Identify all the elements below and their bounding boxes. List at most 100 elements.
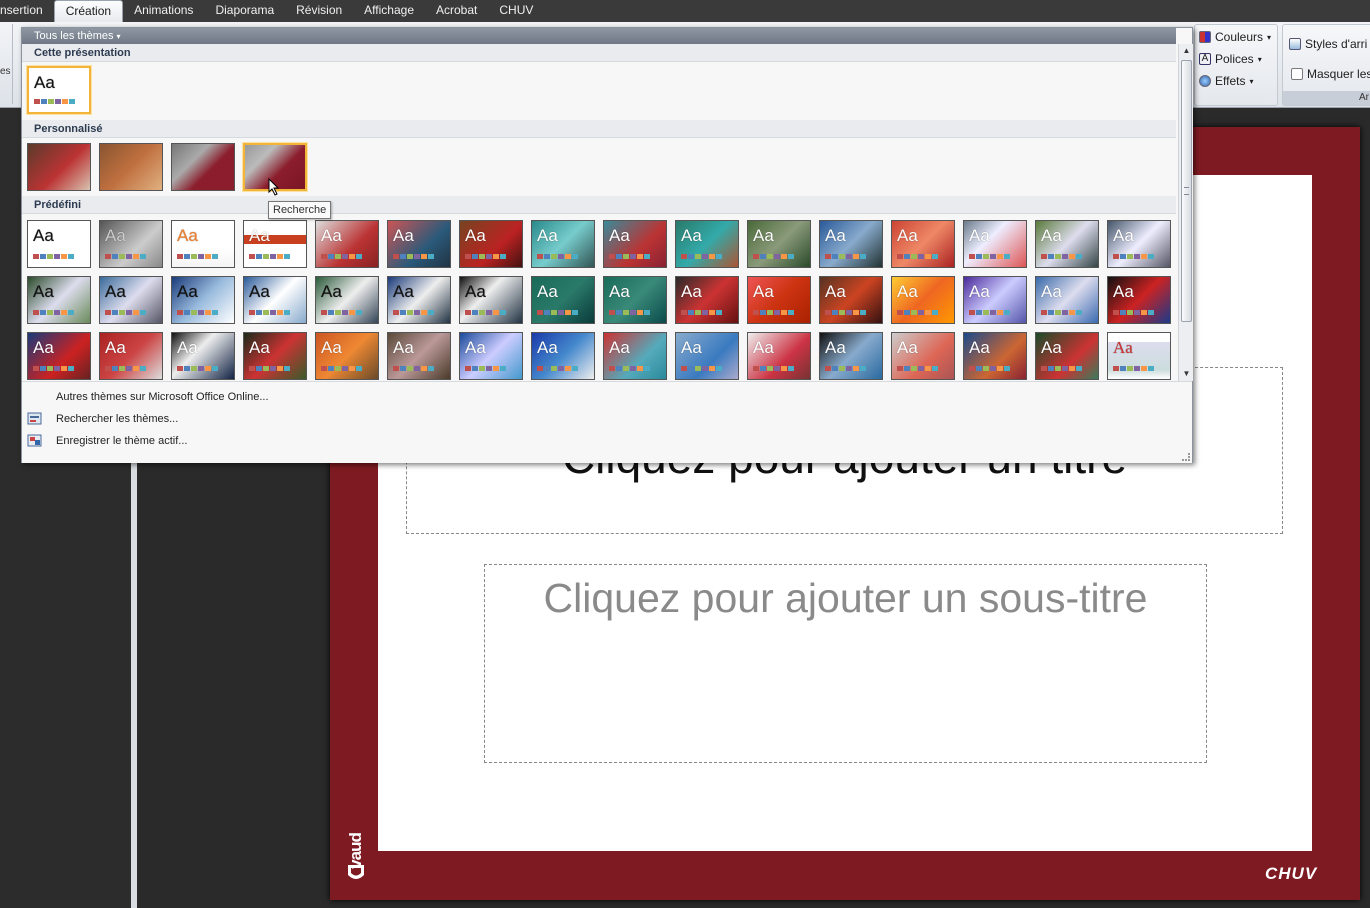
theme-thumbnail[interactable]: Aa: [963, 220, 1027, 268]
theme-thumbnail[interactable]: Aa: [27, 220, 91, 268]
scroll-up-icon[interactable]: ▲: [1179, 44, 1194, 58]
theme-thumbnail[interactable]: Aa: [459, 276, 523, 324]
gallery-scrollbar[interactable]: ▲ ▼: [1178, 44, 1193, 381]
theme-thumbnail[interactable]: Aa: [315, 276, 379, 324]
theme-thumbnail[interactable]: Aa: [603, 276, 667, 324]
theme-thumbnail[interactable]: Aa: [315, 220, 379, 268]
theme-preview-text: Aa: [969, 338, 990, 357]
theme-thumbnail[interactable]: Aa: [747, 276, 811, 324]
group-caption: Ar: [1283, 91, 1370, 105]
effects-icon: [1199, 75, 1211, 87]
theme-thumbnail[interactable]: Aa: [1107, 220, 1171, 268]
ribbon-tab[interactable]: Création: [53, 0, 124, 22]
theme-thumbnail[interactable]: Aa: [819, 332, 883, 380]
ribbon-tab[interactable]: Diaporama: [204, 0, 285, 22]
theme-thumbnail[interactable]: Aa: [603, 332, 667, 380]
theme-thumbnail[interactable]: [171, 143, 235, 191]
ribbon-tab[interactable]: Acrobat: [425, 0, 488, 22]
theme-thumbnail[interactable]: Aa: [675, 276, 739, 324]
theme-preview-text: Aa: [33, 338, 54, 357]
scroll-thumb[interactable]: [1181, 60, 1192, 322]
theme-thumbnail[interactable]: [27, 143, 91, 191]
theme-thumbnail[interactable]: Aa: [531, 332, 595, 380]
theme-thumbnail[interactable]: Aa: [1035, 276, 1099, 324]
theme-thumbnail[interactable]: Aa: [27, 66, 91, 114]
theme-preview-text: Aa: [1113, 338, 1133, 357]
theme-thumbnail[interactable]: Aa: [891, 276, 955, 324]
theme-thumbnail[interactable]: Aa: [1107, 332, 1171, 380]
background-styles-button[interactable]: Styles d'arri: [1289, 37, 1367, 51]
resize-grip-icon[interactable]: [1182, 453, 1190, 461]
theme-thumbnail[interactable]: Aa: [171, 220, 235, 268]
theme-preview-text: Aa: [249, 282, 270, 301]
theme-thumbnail[interactable]: Aa: [963, 276, 1027, 324]
theme-thumbnail[interactable]: Aa: [963, 332, 1027, 380]
theme-preview-text: Aa: [177, 226, 198, 245]
subtitle-placeholder[interactable]: Cliquez pour ajouter un sous-titre: [484, 564, 1207, 763]
scroll-down-icon[interactable]: ▼: [1179, 367, 1194, 381]
theme-preview-text: Aa: [897, 338, 918, 357]
theme-thumbnail[interactable]: Aa: [387, 276, 451, 324]
gallery-footer: Autres thèmes sur Microsoft Office Onlin…: [22, 381, 1192, 463]
theme-thumbnail[interactable]: Aa: [819, 276, 883, 324]
ribbon-tab[interactable]: CHUV: [488, 0, 544, 22]
theme-preview-text: Aa: [1113, 226, 1134, 245]
section-current: Cette présentation: [22, 44, 1176, 62]
ribbon-group-fragment: es: [0, 24, 13, 104]
theme-thumbnail[interactable]: Aa: [171, 276, 235, 324]
theme-preview-text: Aa: [105, 282, 126, 301]
theme-thumbnail[interactable]: Aa: [1107, 276, 1171, 324]
theme-thumbnail[interactable]: Aa: [99, 220, 163, 268]
ribbon-tab[interactable]: Affichage: [353, 0, 425, 22]
fonts-button[interactable]: A Polices ▾: [1199, 52, 1262, 66]
hide-background-checkbox[interactable]: Masquer les: [1291, 67, 1370, 81]
theme-options-group: Couleurs ▾ A Polices ▾ Effets ▾: [1194, 24, 1278, 106]
theme-preview-text: Aa: [681, 282, 702, 301]
theme-thumbnail[interactable]: Aa: [891, 220, 955, 268]
theme-preview-text: Aa: [897, 226, 918, 245]
theme-thumbnail[interactable]: Aa: [675, 220, 739, 268]
save-theme-item[interactable]: Enregistrer le thème actif...: [56, 435, 187, 447]
theme-thumbnail[interactable]: Aa: [459, 332, 523, 380]
theme-thumbnail[interactable]: Aa: [243, 220, 307, 268]
theme-thumbnail[interactable]: Aa: [459, 220, 523, 268]
theme-thumbnail[interactable]: [99, 143, 163, 191]
mouse-cursor-icon: [268, 178, 280, 196]
theme-preview-text: Aa: [33, 226, 54, 245]
online-themes-item[interactable]: Autres thèmes sur Microsoft Office Onlin…: [56, 391, 269, 403]
colors-button[interactable]: Couleurs ▾: [1199, 30, 1271, 44]
browse-themes-icon: [27, 412, 42, 425]
theme-thumbnail[interactable]: Aa: [531, 276, 595, 324]
ribbon-tab[interactable]: Animations: [123, 0, 204, 22]
theme-thumbnail[interactable]: Aa: [531, 220, 595, 268]
theme-thumbnail[interactable]: Aa: [1035, 332, 1099, 380]
theme-thumbnail[interactable]: Aa: [27, 332, 91, 380]
theme-thumbnail[interactable]: Aa: [243, 276, 307, 324]
theme-thumbnail[interactable]: Aa: [99, 332, 163, 380]
theme-preview-text: Aa: [1113, 282, 1134, 301]
effects-button[interactable]: Effets ▾: [1199, 74, 1253, 88]
theme-thumbnail[interactable]: Aa: [675, 332, 739, 380]
theme-thumbnail[interactable]: Aa: [747, 220, 811, 268]
theme-thumbnail[interactable]: Aa: [171, 332, 235, 380]
theme-thumbnail[interactable]: Aa: [27, 276, 91, 324]
theme-thumbnail[interactable]: Aa: [603, 220, 667, 268]
ribbon-tab[interactable]: nsertion: [0, 0, 54, 22]
theme-thumbnail[interactable]: Aa: [387, 220, 451, 268]
theme-thumbnail[interactable]: Aa: [387, 332, 451, 380]
theme-thumbnail[interactable]: Aa: [99, 276, 163, 324]
theme-thumbnail[interactable]: Aa: [1035, 220, 1099, 268]
browse-themes-item[interactable]: Rechercher les thèmes...: [56, 413, 178, 425]
ribbon-tab-bar: nsertion Création Animations Diaporama Révis…: [0, 0, 1370, 22]
fonts-label: Polices: [1215, 52, 1254, 66]
theme-thumbnail[interactable]: Aa: [819, 220, 883, 268]
theme-preview-text: Aa: [321, 282, 342, 301]
theme-thumbnail[interactable]: Aa: [747, 332, 811, 380]
all-themes-header[interactable]: Tous les thèmes ▾: [22, 28, 1176, 44]
theme-thumbnail[interactable]: Aa: [315, 332, 379, 380]
save-theme-icon: [27, 434, 42, 447]
theme-thumbnail[interactable]: Aa: [243, 332, 307, 380]
section-builtin: Prédéfini: [22, 196, 1176, 214]
ribbon-tab[interactable]: Révision: [285, 0, 353, 22]
theme-thumbnail[interactable]: Aa: [891, 332, 955, 380]
